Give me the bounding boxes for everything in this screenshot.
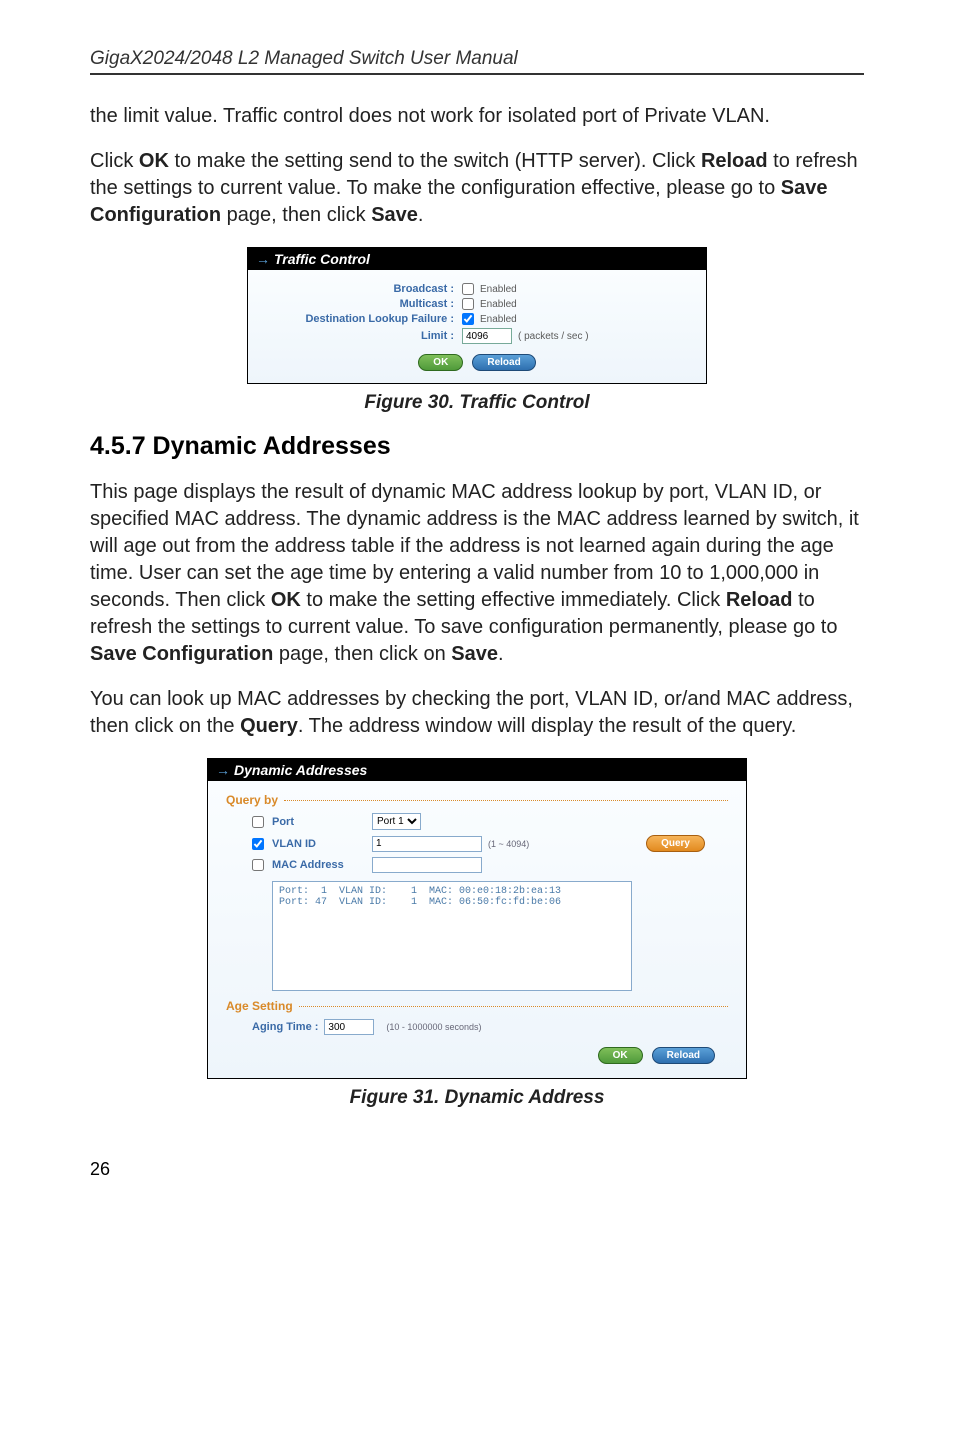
broadcast-label: Broadcast : xyxy=(262,283,462,295)
enabled-text: Enabled xyxy=(480,284,517,295)
tc-title-text: Traffic Control xyxy=(274,251,370,267)
traffic-control-body: Broadcast : Enabled Multicast : Enabled … xyxy=(248,270,706,383)
dlf-label: Destination Lookup Failure : xyxy=(262,313,462,325)
figure-31-caption: Figure 31. Dynamic Address xyxy=(90,1087,864,1109)
da-button-row: OK Reload xyxy=(226,1047,728,1064)
bold-ok: OK xyxy=(271,589,301,611)
arrow-icon: → xyxy=(216,762,230,778)
port-select[interactable]: Port 1 xyxy=(372,813,421,830)
page-header: GigaX2024/2048 L2 Managed Switch User Ma… xyxy=(90,48,864,75)
query-by-legend: Query by xyxy=(226,793,728,807)
vlan-label: VLAN ID xyxy=(272,838,372,850)
limit-label: Limit : xyxy=(262,330,462,342)
query-by-text: Query by xyxy=(226,793,278,807)
mac-label: MAC Address xyxy=(272,859,372,871)
legend-dots xyxy=(284,800,728,801)
ok-button[interactable]: OK xyxy=(418,354,463,371)
text: Click xyxy=(90,150,139,172)
multicast-label: Multicast : xyxy=(262,298,462,310)
port-checkbox[interactable] xyxy=(252,816,264,828)
dynamic-addresses-body: Query by Port Port 1 VLAN ID (1 ~ 4094) … xyxy=(208,781,746,1078)
paragraph-limit: the limit value. Traffic control does no… xyxy=(90,103,864,130)
vlan-range: (1 ~ 4094) xyxy=(488,839,529,849)
bold-save: Save xyxy=(371,204,418,226)
bold-save: Save xyxy=(451,643,498,665)
limit-unit: ( packets / sec ) xyxy=(518,331,589,342)
enabled-text: Enabled xyxy=(480,299,517,310)
query-row-mac: MAC Address xyxy=(252,857,728,873)
tc-row-broadcast: Broadcast : Enabled xyxy=(262,283,692,295)
dynamic-addresses-title: →Dynamic Addresses xyxy=(208,759,746,781)
bold-reload: Reload xyxy=(701,150,768,172)
text: to make the setting effective immediatel… xyxy=(301,589,726,611)
text: page, then click on xyxy=(273,643,451,665)
multicast-checkbox[interactable] xyxy=(462,298,474,310)
page-number: 26 xyxy=(90,1159,864,1180)
text: . The address window will display the re… xyxy=(298,715,796,737)
enabled-text: Enabled xyxy=(480,314,517,325)
aging-input[interactable] xyxy=(324,1019,374,1035)
age-setting-text: Age Setting xyxy=(226,999,293,1013)
query-row-port: Port Port 1 xyxy=(252,813,728,830)
aging-range: (10 - 1000000 seconds) xyxy=(386,1022,481,1032)
text: . xyxy=(498,643,504,665)
paragraph-dynamic-desc: This page displays the result of dynamic… xyxy=(90,479,864,668)
legend-dots xyxy=(299,1006,728,1007)
dlf-checkbox[interactable] xyxy=(462,313,474,325)
mac-input[interactable] xyxy=(372,857,482,873)
traffic-control-title: →Traffic Control xyxy=(248,248,706,270)
paragraph-ok-reload: Click OK to make the setting send to the… xyxy=(90,148,864,229)
tc-button-row: OK Reload xyxy=(262,354,692,371)
da-title-text: Dynamic Addresses xyxy=(234,762,367,778)
reload-button[interactable]: Reload xyxy=(472,354,535,371)
aging-row: Aging Time : (10 - 1000000 seconds) xyxy=(252,1019,728,1035)
bold-reload: Reload xyxy=(726,589,793,611)
age-setting-legend: Age Setting xyxy=(226,999,728,1013)
aging-label: Aging Time : xyxy=(252,1021,318,1033)
bold-ok: OK xyxy=(139,150,169,172)
query-button[interactable]: Query xyxy=(646,835,705,852)
tc-row-dlf: Destination Lookup Failure : Enabled xyxy=(262,313,692,325)
vlan-checkbox[interactable] xyxy=(252,838,264,850)
figure-30: →Traffic Control Broadcast : Enabled Mul… xyxy=(90,247,864,414)
dynamic-addresses-panel: →Dynamic Addresses Query by Port Port 1 … xyxy=(207,758,747,1079)
text: page, then click xyxy=(221,204,371,226)
paragraph-query-desc: You can look up MAC addresses by checkin… xyxy=(90,686,864,740)
section-heading-dynamic-addresses: 4.5.7 Dynamic Addresses xyxy=(90,432,864,461)
query-row-vlan: VLAN ID (1 ~ 4094) Query xyxy=(252,835,728,852)
tc-row-multicast: Multicast : Enabled xyxy=(262,298,692,310)
traffic-control-panel: →Traffic Control Broadcast : Enabled Mul… xyxy=(247,247,707,384)
bold-query: Query xyxy=(240,715,298,737)
limit-input[interactable] xyxy=(462,328,512,344)
broadcast-checkbox[interactable] xyxy=(462,283,474,295)
bold-save-config: Save Configuration xyxy=(90,643,273,665)
text: to make the setting send to the switch (… xyxy=(169,150,701,172)
result-listbox[interactable]: Port: 1 VLAN ID: 1 MAC: 00:e0:18:2b:ea:1… xyxy=(272,881,632,991)
vlan-input[interactable] xyxy=(372,836,482,852)
figure-31: →Dynamic Addresses Query by Port Port 1 … xyxy=(90,758,864,1109)
port-label: Port xyxy=(272,816,372,828)
text: . xyxy=(418,204,424,226)
tc-row-limit: Limit : ( packets / sec ) xyxy=(262,328,692,344)
arrow-icon: → xyxy=(256,251,270,267)
ok-button[interactable]: OK xyxy=(598,1047,643,1064)
figure-30-caption: Figure 30. Traffic Control xyxy=(90,392,864,414)
reload-button[interactable]: Reload xyxy=(652,1047,715,1064)
mac-checkbox[interactable] xyxy=(252,859,264,871)
